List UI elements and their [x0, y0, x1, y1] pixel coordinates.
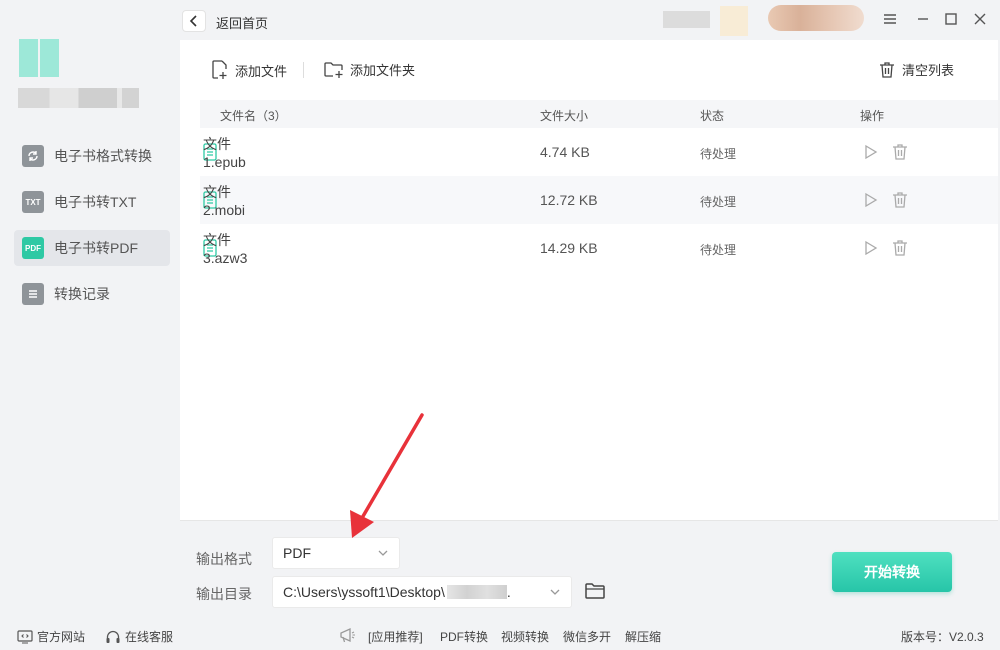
file-list-panel: 添加文件 添加文件夹 清空列表 文件名（3） 文件大小 状态 操作 文件1.ep…	[180, 40, 998, 520]
trash-icon[interactable]	[892, 191, 908, 212]
title-bar: 返回首页	[180, 0, 1000, 40]
sidebar-item-label: 电子书格式转换	[54, 148, 152, 164]
output-dir-select[interactable]: C:\Users\yssoft1\Desktop\ .	[272, 576, 572, 608]
chevron-down-icon	[378, 550, 388, 556]
online-service-link[interactable]: 在线客服	[105, 628, 173, 645]
blurred-region	[720, 6, 748, 36]
app-link-unzip[interactable]: 解压缩	[625, 628, 661, 645]
sidebar-item-label: 电子书转PDF	[54, 240, 138, 256]
official-website-label: 官方网站	[37, 630, 86, 644]
history-icon	[22, 283, 44, 305]
sidebar-item-format-convert[interactable]: 电子书格式转换	[14, 138, 170, 174]
output-format-select[interactable]: PDF	[272, 537, 400, 569]
menu-icon[interactable]	[880, 10, 900, 28]
column-header-action: 操作	[860, 109, 885, 123]
output-dir-suffix: .	[506, 584, 511, 600]
output-options: 输出格式 PDF 输出目录 C:\Users\yssoft1\Desktop\ …	[180, 520, 998, 620]
file-name-cell: 文件2.mobi	[203, 184, 245, 218]
column-header-status: 状态	[700, 109, 725, 123]
add-file-icon	[212, 60, 227, 79]
file-toolbar: 添加文件 添加文件夹 清空列表	[180, 40, 998, 100]
clear-list-button[interactable]: 清空列表	[878, 60, 954, 79]
sidebar-item-to-txt[interactable]: TXT 电子书转TXT	[14, 184, 170, 220]
website-icon	[17, 629, 33, 644]
output-dir-label: 输出目录	[196, 586, 252, 602]
chevron-left-icon	[189, 15, 197, 27]
file-status: 待处理	[700, 147, 737, 161]
sidebar-item-label: 电子书转TXT	[54, 194, 137, 210]
play-icon[interactable]	[864, 192, 878, 211]
start-convert-button[interactable]: 开始转换	[832, 552, 952, 592]
pdf-icon: PDF	[22, 237, 44, 259]
file-size: 4.74 KB	[540, 144, 590, 160]
file-status: 待处理	[700, 195, 737, 209]
close-icon[interactable]	[970, 10, 990, 28]
official-website-link[interactable]: 官方网站	[17, 628, 85, 645]
file-name: 文件2.mobi	[203, 184, 246, 218]
file-size: 14.29 KB	[540, 240, 598, 256]
file-name-cell: 文件3.azw3	[203, 232, 247, 266]
add-file-button[interactable]: 添加文件	[211, 60, 287, 80]
back-label[interactable]: 返回首页	[216, 13, 268, 32]
sidebar-item-history[interactable]: 转换记录	[14, 276, 170, 312]
file-name: 文件1.epub	[203, 136, 246, 170]
convert-icon	[22, 145, 44, 167]
maximize-icon[interactable]	[941, 10, 961, 28]
trash-icon	[880, 61, 894, 78]
sidebar-item-label: 转换记录	[54, 286, 110, 302]
file-size: 12.72 KB	[540, 192, 598, 208]
app-recommend-label: [应用推荐]	[368, 630, 423, 644]
blurred-path	[446, 585, 507, 599]
sidebar-nav: 电子书格式转换 TXT 电子书转TXT PDF 电子书转PDF 转换记录	[14, 138, 170, 322]
app-link-pdf[interactable]: PDF转换	[440, 628, 488, 645]
chevron-down-icon	[550, 589, 560, 595]
annotation-arrow	[350, 413, 424, 538]
sidebar: 电子书格式转换 TXT 电子书转TXT PDF 电子书转PDF 转换记录	[0, 0, 180, 620]
online-service-label: 在线客服	[125, 630, 174, 644]
clear-list-label: 清空列表	[902, 63, 955, 78]
table-row[interactable]: 文件3.azw3 14.29 KB 待处理	[200, 224, 998, 272]
file-name: 文件3.azw3	[203, 232, 248, 266]
add-folder-button[interactable]: 添加文件夹	[324, 60, 415, 79]
back-button[interactable]	[182, 10, 206, 32]
table-row[interactable]: 文件1.epub 4.74 KB 待处理	[200, 128, 998, 176]
output-format-label: 输出格式	[196, 551, 252, 567]
megaphone-icon	[338, 626, 356, 647]
table-row[interactable]: 文件2.mobi 12.72 KB 待处理	[200, 176, 998, 224]
trash-icon[interactable]	[892, 239, 908, 260]
file-status: 待处理	[700, 243, 737, 257]
play-icon[interactable]	[864, 240, 878, 259]
add-file-label: 添加文件	[235, 63, 288, 79]
status-bar: 官方网站 在线客服 [应用推荐] PDF转换 视频转换 微信多开 解压缩 版本号…	[0, 620, 1000, 650]
output-format-value: PDF	[283, 545, 311, 561]
toolbar-divider	[303, 62, 304, 78]
add-folder-icon	[324, 61, 343, 78]
play-icon[interactable]	[864, 144, 878, 163]
blurred-region	[663, 11, 710, 28]
headset-icon	[106, 630, 120, 643]
folder-icon[interactable]	[584, 581, 606, 604]
file-name-cell: 文件1.epub	[203, 136, 246, 170]
sidebar-item-to-pdf[interactable]: PDF 电子书转PDF	[14, 230, 170, 266]
txt-icon: TXT	[22, 191, 44, 213]
app-link-wechat[interactable]: 微信多开	[563, 628, 611, 645]
app-window: 电子书格式转换 TXT 电子书转TXT PDF 电子书转PDF 转换记录 返回首…	[0, 0, 1000, 650]
column-header-size: 文件大小	[540, 109, 589, 123]
column-header-name: 文件名（3）	[220, 109, 287, 123]
add-folder-label: 添加文件夹	[350, 63, 416, 78]
brand-name-blurred	[18, 88, 139, 108]
version-label: 版本号：V2.0.3	[901, 630, 984, 644]
app-link-video[interactable]: 视频转换	[501, 628, 549, 645]
minimize-icon[interactable]	[913, 10, 933, 28]
blurred-user-avatar	[768, 5, 864, 31]
trash-icon[interactable]	[892, 143, 908, 164]
table-header: 文件名（3） 文件大小 状态 操作	[200, 100, 998, 128]
output-dir-value: C:\Users\yssoft1\Desktop\	[283, 584, 445, 600]
app-logo	[19, 39, 59, 77]
